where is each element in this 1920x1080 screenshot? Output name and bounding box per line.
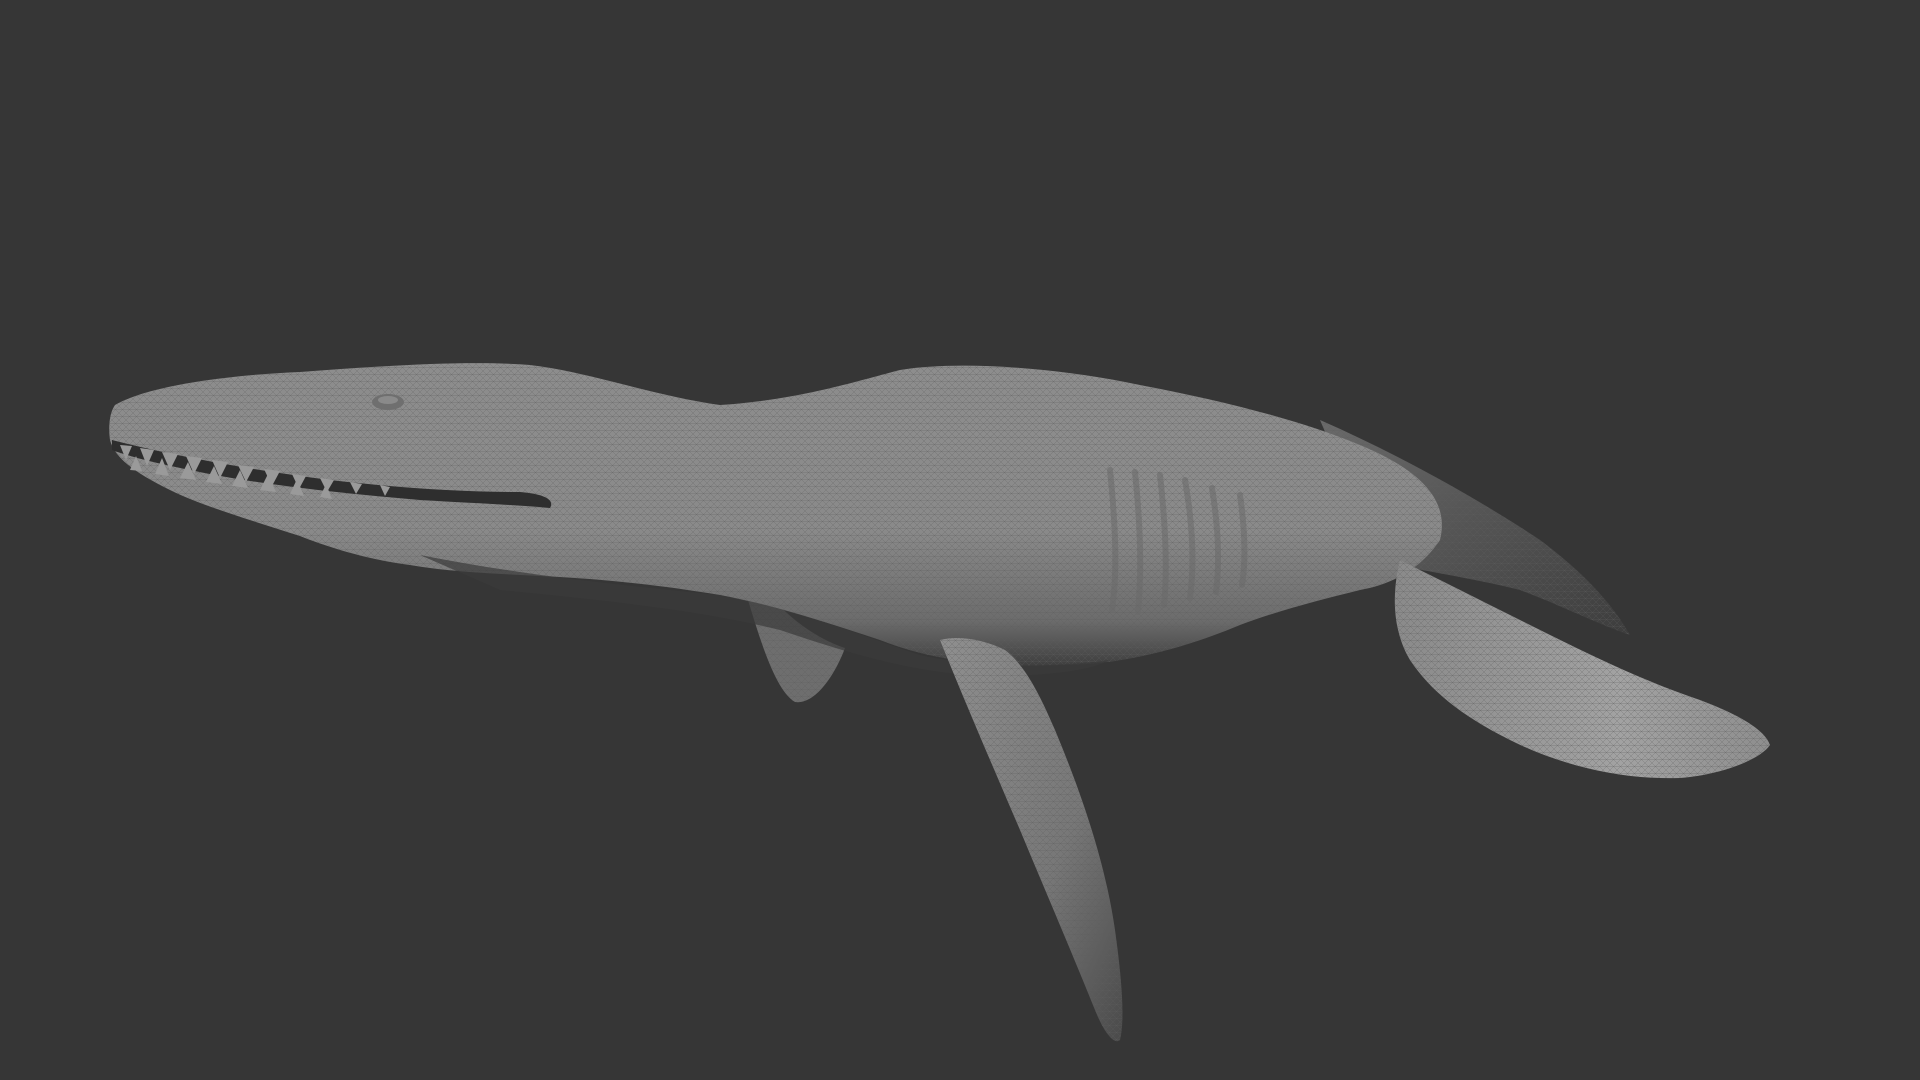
model-render — [109, 363, 1770, 1042]
3d-viewport[interactable] — [0, 0, 1920, 1080]
